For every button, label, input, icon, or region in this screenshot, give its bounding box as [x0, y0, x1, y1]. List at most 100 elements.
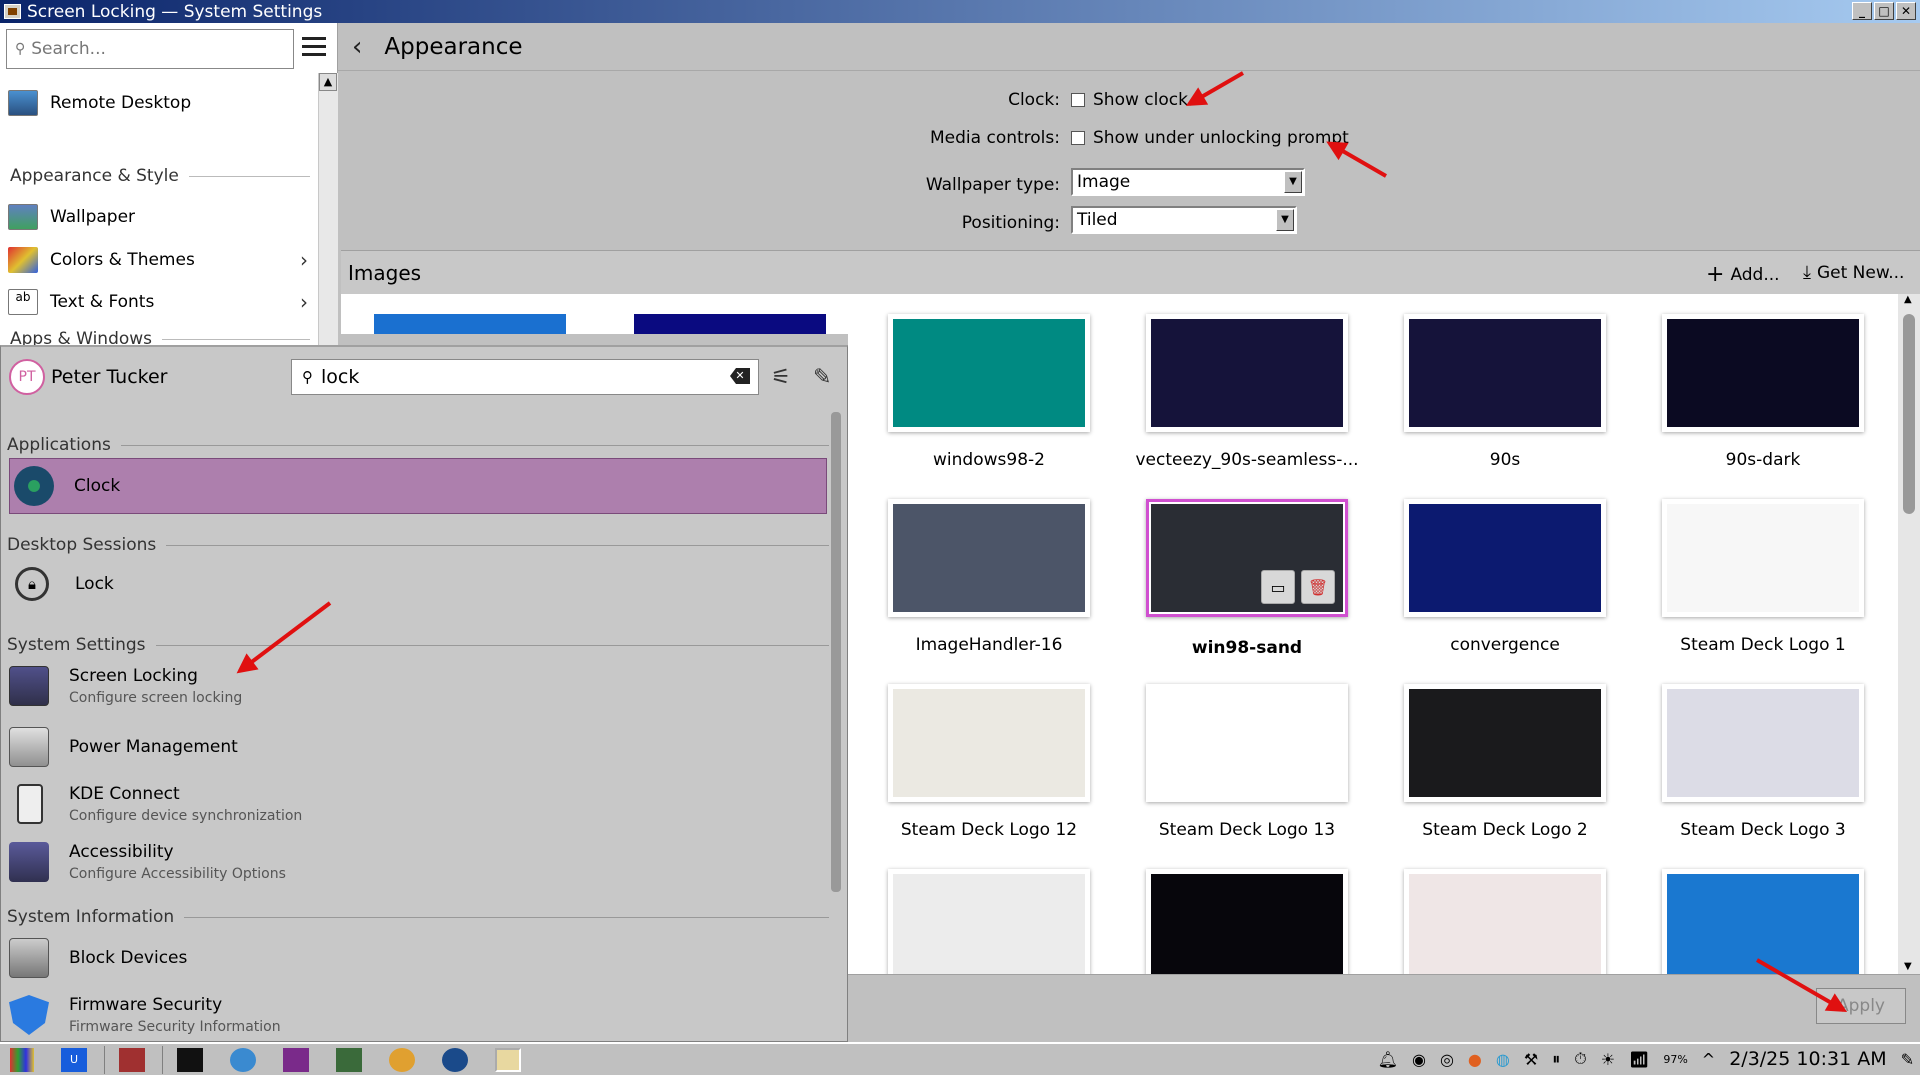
wallpaper-thumbnail[interactable]: win98-sand ▭ 🗑︎: [1146, 499, 1348, 658]
delete-icon[interactable]: 🗑︎: [1301, 570, 1335, 604]
back-arrow-icon[interactable]: ‹: [352, 32, 362, 62]
colors-themes-icon: [8, 247, 38, 273]
active-window-icon[interactable]: [495, 1047, 521, 1072]
scroll-up-arrow-icon[interactable]: ▲: [1904, 294, 1912, 305]
section-label: Applications: [7, 435, 111, 455]
open-folder-icon[interactable]: ▭: [1261, 570, 1295, 604]
wallpaper-grid-scrollbar[interactable]: ▲ ▼: [1898, 294, 1920, 974]
discord-icon[interactable]: ◉: [1412, 1050, 1426, 1069]
bitwarden-icon[interactable]: U: [61, 1047, 87, 1072]
user-info[interactable]: PT Peter Tucker: [9, 359, 168, 395]
wallpaper-type-select[interactable]: Image ▼: [1071, 168, 1305, 196]
wallpaper-thumbnail[interactable]: 90s-dark: [1662, 314, 1864, 470]
wallpaper-thumbnail[interactable]: [1662, 869, 1864, 974]
show-clock-label[interactable]: Show clock: [1093, 90, 1188, 110]
brightness-icon[interactable]: ☀: [1601, 1050, 1615, 1069]
wallpaper-thumbnail[interactable]: Steam Deck Logo 2: [1404, 684, 1606, 840]
scroll-up-arrow-icon[interactable]: ▲: [319, 73, 337, 91]
wallpaper-name: win98-sand: [1191, 638, 1303, 658]
wallpaper-thumbnail[interactable]: Steam Deck Logo 3: [1662, 684, 1864, 840]
get-new-wallpapers-button[interactable]: ⤓ Get New...: [1803, 262, 1904, 283]
section-desktop-sessions: Desktop Sessions: [7, 535, 829, 555]
sidebar-item-text-fonts[interactable]: ab Text & Fonts ›: [8, 282, 308, 322]
system-monitor-icon[interactable]: [336, 1047, 362, 1072]
positioning-select[interactable]: Tiled ▼: [1071, 206, 1297, 234]
steam-icon[interactable]: [442, 1047, 468, 1072]
settings-app-icon[interactable]: [230, 1047, 256, 1072]
wallpaper-thumbnail[interactable]: windows98-2: [888, 314, 1090, 470]
wallpaper-name: Steam Deck Logo 1: [1680, 635, 1846, 655]
media-pause-icon[interactable]: ⏸: [1552, 1049, 1560, 1069]
taskbar-clock[interactable]: 2/3/25 10:31 AM: [1729, 1048, 1886, 1070]
discover-icon[interactable]: [389, 1047, 415, 1072]
media-controls-checkbox[interactable]: [1071, 131, 1085, 145]
clear-search-icon[interactable]: ✕: [730, 368, 750, 384]
wallpaper-actions: ▭ 🗑︎: [1261, 570, 1335, 604]
wallpaper-thumbnail[interactable]: Steam Deck Logo 1: [1662, 499, 1864, 655]
wallpaper-thumbnail[interactable]: vecteezy_90s-seamless-...: [1135, 314, 1359, 470]
wallpaper-thumbnail[interactable]: Steam Deck Logo 13: [1146, 684, 1348, 840]
wallpaper-preview-image: [893, 689, 1085, 797]
launcher-item-title: Clock: [74, 476, 121, 496]
firefox-icon[interactable]: ●: [1468, 1050, 1482, 1069]
tray-expand-chevron-icon[interactable]: ^: [1702, 1050, 1715, 1069]
wallpaper-thumbnail-partial[interactable]: [374, 314, 566, 334]
chrome-icon[interactable]: ◍: [1496, 1050, 1510, 1069]
wallpaper-thumbnail[interactable]: Steam Deck Logo 12: [888, 684, 1090, 840]
wallpaper-thumbnail[interactable]: [1404, 869, 1606, 974]
wallpaper-thumbnail[interactable]: [1146, 869, 1348, 974]
sidebar-item-colors-themes[interactable]: Colors & Themes ›: [8, 240, 308, 280]
start-menu-icon[interactable]: [10, 1047, 34, 1072]
tool-icon[interactable]: ⚒: [1524, 1050, 1538, 1069]
wallpaper-name: Steam Deck Logo 2: [1422, 820, 1588, 840]
block-devices-icon: [9, 938, 49, 978]
maximize-button[interactable]: □: [1874, 2, 1894, 20]
hamburger-menu-icon[interactable]: [302, 37, 326, 59]
battery-icon[interactable]: 97%: [1663, 1053, 1687, 1066]
lock-icon: 🔒︎: [15, 567, 49, 601]
add-wallpaper-button[interactable]: + Add...: [1706, 262, 1780, 287]
minimize-button[interactable]: _: [1852, 2, 1872, 20]
sidebar-item-remote-desktop[interactable]: Remote Desktop: [8, 83, 191, 123]
wallpaper-thumbnail[interactable]: ImageHandler-16: [888, 499, 1090, 655]
pin-icon[interactable]: ✎: [813, 365, 831, 390]
sidebar-scrollbar[interactable]: ▲: [318, 73, 338, 345]
launcher-item-accessibility[interactable]: Accessibility Configure Accessibility Opt…: [9, 835, 827, 889]
launcher-search-input[interactable]: ⚲ lock ✕: [291, 359, 759, 395]
launcher-item-subtitle: Configure screen locking: [69, 690, 243, 706]
notifications-icon[interactable]: 🔔︎: [1378, 1050, 1398, 1069]
sidebar-search-input[interactable]: ⚲ Search...: [6, 29, 294, 69]
scrollbar-thumb[interactable]: [1903, 314, 1915, 514]
wifi-icon[interactable]: 📶︎: [1629, 1050, 1649, 1069]
taskbar-app-icon[interactable]: [119, 1047, 145, 1072]
kde-connect-icon: [17, 784, 43, 824]
file-manager-icon[interactable]: [283, 1047, 309, 1072]
launcher-item-screen-locking[interactable]: Screen Locking Configure screen locking: [9, 659, 827, 713]
dropdown-arrow-icon: ▼: [1284, 171, 1302, 193]
wallpaper-name: convergence: [1450, 635, 1560, 655]
wallpaper-thumbnail[interactable]: convergence: [1404, 499, 1606, 655]
launcher-item-firmware-security[interactable]: Firmware Security Firmware Security Infor…: [9, 987, 827, 1041]
wallpaper-thumbnail[interactable]: [888, 869, 1090, 974]
launcher-scrollbar-thumb[interactable]: [831, 412, 841, 892]
terminal-icon[interactable]: [177, 1047, 203, 1072]
launcher-item-block-devices[interactable]: Block Devices: [9, 934, 827, 982]
wallpaper-thumbnail[interactable]: 90s: [1404, 314, 1606, 470]
show-clock-checkbox[interactable]: [1071, 93, 1085, 107]
search-icon: ⚲: [15, 41, 26, 57]
launcher-item-power-management[interactable]: Power Management: [9, 722, 827, 772]
launcher-item-kde-connect[interactable]: KDE Connect Configure device synchronizat…: [9, 777, 827, 831]
notes-icon[interactable]: ✎: [1901, 1050, 1914, 1069]
launcher-item-lock[interactable]: 🔒︎ Lock: [9, 559, 827, 609]
wallpaper-name: Steam Deck Logo 13: [1158, 820, 1336, 840]
steam-tray-icon[interactable]: ◎: [1440, 1050, 1454, 1069]
scroll-down-arrow-icon[interactable]: ▼: [1904, 961, 1912, 972]
sidebar-item-wallpaper[interactable]: Wallpaper: [8, 197, 135, 237]
wallpaper-thumbnail-partial[interactable]: [634, 314, 826, 334]
configure-launcher-icon[interactable]: ⚟: [771, 365, 791, 390]
screen-locking-icon: [9, 666, 49, 706]
close-button[interactable]: ✕: [1896, 2, 1916, 20]
media-controls-checkbox-label[interactable]: Show under unlocking prompt: [1093, 128, 1349, 148]
timer-icon[interactable]: ⏱: [1574, 1049, 1586, 1069]
launcher-item-clock[interactable]: Clock: [9, 458, 827, 514]
